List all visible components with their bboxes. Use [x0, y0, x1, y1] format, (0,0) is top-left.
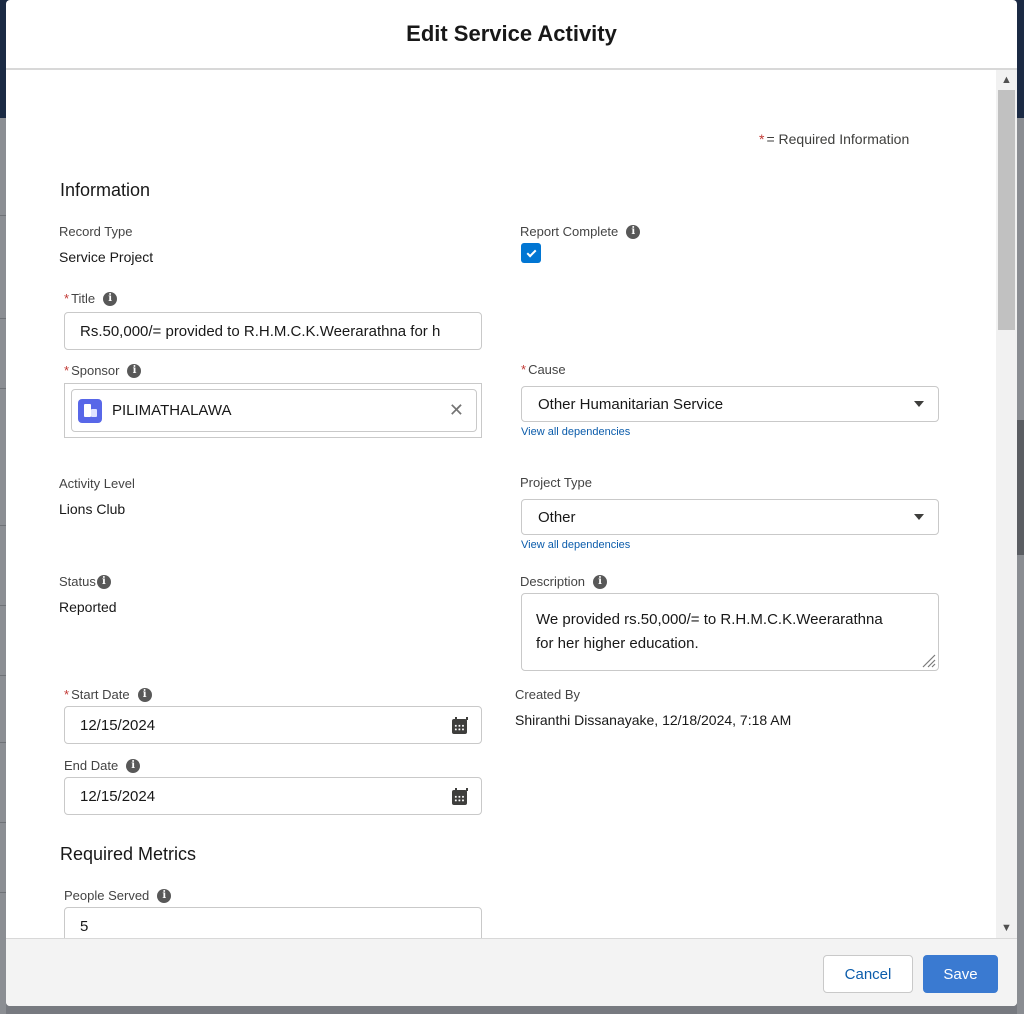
- calendar-icon[interactable]: [452, 717, 468, 734]
- record-type-label: Record Type: [59, 224, 133, 239]
- required-star-icon: *: [759, 131, 765, 147]
- backdrop-right-block: [1017, 420, 1024, 555]
- info-icon[interactable]: i: [126, 758, 141, 773]
- title-input[interactable]: Rs.50,000/= provided to R.H.M.C.K.Weerar…: [64, 312, 482, 350]
- description-line: We provided rs.50,000/= to R.H.M.C.K.Wee…: [536, 611, 883, 628]
- info-icon[interactable]: i: [96, 574, 111, 589]
- sponsor-selected-pill[interactable]: PILIMATHALAWA ✕: [71, 389, 477, 432]
- cause-label: * Cause: [521, 362, 566, 377]
- people-served-label-text: People Served: [64, 888, 150, 903]
- created-by-value: Shiranthi Dissanayake, 12/18/2024, 7:18 …: [515, 712, 792, 728]
- save-button[interactable]: Save: [923, 955, 998, 993]
- backdrop-right-strip: [1017, 118, 1024, 1014]
- sponsor-lookup[interactable]: PILIMATHALAWA ✕: [64, 383, 482, 438]
- start-date-input[interactable]: 12/15/2024: [64, 706, 482, 744]
- activity-level-label: Activity Level: [59, 476, 135, 491]
- edit-service-activity-modal: Edit Service Activity * = Required Inform…: [6, 0, 1017, 1006]
- info-icon[interactable]: i: [137, 687, 152, 702]
- start-date-label: * Start Date i: [64, 687, 152, 702]
- sponsor-label-text: Sponsor: [71, 363, 120, 378]
- scrollbar-thumb[interactable]: [998, 90, 1015, 330]
- title-label-text: Title: [71, 291, 96, 306]
- info-icon[interactable]: i: [103, 291, 118, 306]
- chevron-down-icon: [914, 514, 924, 520]
- required-star-icon: *: [64, 363, 70, 378]
- modal-scrollbar[interactable]: ▲ ▼: [996, 70, 1017, 938]
- cancel-button[interactable]: Cancel: [823, 955, 913, 993]
- end-date-label: End Date i: [64, 758, 141, 773]
- scroll-down-arrow-icon[interactable]: ▼: [996, 920, 1017, 936]
- end-date-value: 12/15/2024: [80, 787, 156, 805]
- project-type-value: Other: [538, 508, 576, 526]
- required-star-icon: *: [521, 362, 527, 377]
- description-label: Description i: [520, 574, 608, 589]
- sponsor-value: PILIMATHALAWA: [112, 402, 232, 419]
- sponsor-label: * Sponsor i: [64, 363, 142, 378]
- info-icon[interactable]: i: [127, 363, 142, 378]
- created-by-label: Created By: [515, 687, 581, 702]
- close-icon[interactable]: ✕: [449, 401, 464, 419]
- description-label-text: Description: [520, 574, 586, 589]
- account-icon: [78, 398, 102, 423]
- info-icon[interactable]: i: [626, 224, 641, 239]
- people-served-input[interactable]: 5: [64, 907, 482, 938]
- description-line: for her higher education.: [536, 635, 699, 652]
- required-star-icon: *: [64, 291, 70, 306]
- cause-label-text: Cause: [528, 362, 566, 377]
- checkmark-icon: [526, 247, 536, 257]
- cause-view-dependencies-link[interactable]: View all dependencies: [521, 426, 630, 438]
- project-type-label: Project Type: [520, 475, 593, 490]
- report-complete-label-text: Report Complete: [520, 224, 619, 239]
- required-information-text: = Required Information: [766, 131, 910, 147]
- start-date-label-text: Start Date: [71, 687, 130, 702]
- report-complete-label: Report Complete i: [520, 224, 641, 239]
- status-value: Reported: [59, 599, 117, 615]
- status-label: Status i: [59, 574, 111, 589]
- calendar-icon[interactable]: [452, 788, 468, 805]
- required-star-icon: *: [64, 687, 70, 702]
- chevron-down-icon: [914, 401, 924, 407]
- modal-body[interactable]: * = Required Information Information Reco…: [6, 70, 1017, 938]
- info-icon[interactable]: i: [157, 888, 172, 903]
- title-label: * Title i: [64, 291, 118, 306]
- scroll-up-arrow-icon[interactable]: ▲: [996, 72, 1017, 88]
- section-title-required-metrics: Required Metrics: [60, 844, 197, 864]
- record-type-value: Service Project: [59, 249, 154, 265]
- project-type-select[interactable]: Other: [521, 499, 939, 535]
- cause-select[interactable]: Other Humanitarian Service: [521, 386, 939, 422]
- required-information-note: * = Required Information: [759, 131, 909, 147]
- report-complete-checkbox[interactable]: [521, 243, 541, 263]
- activity-level-value: Lions Club: [59, 501, 126, 517]
- end-date-input[interactable]: 12/15/2024: [64, 777, 482, 815]
- description-textarea[interactable]: We provided rs.50,000/= to R.H.M.C.K.Wee…: [521, 593, 939, 671]
- modal-header: Edit Service Activity: [6, 0, 1017, 70]
- modal-title: Edit Service Activity: [406, 21, 617, 46]
- end-date-label-text: End Date: [64, 758, 119, 773]
- start-date-value: 12/15/2024: [80, 716, 156, 734]
- modal-footer: Cancel Save: [6, 938, 1017, 1006]
- status-label-text: Status: [59, 574, 96, 589]
- resize-handle-icon[interactable]: [920, 652, 936, 668]
- people-served-label: People Served i: [64, 888, 172, 903]
- info-icon[interactable]: i: [593, 574, 608, 589]
- project-type-view-dependencies-link[interactable]: View all dependencies: [521, 539, 630, 551]
- section-title-information: Information: [60, 180, 151, 200]
- cause-value: Other Humanitarian Service: [538, 395, 724, 413]
